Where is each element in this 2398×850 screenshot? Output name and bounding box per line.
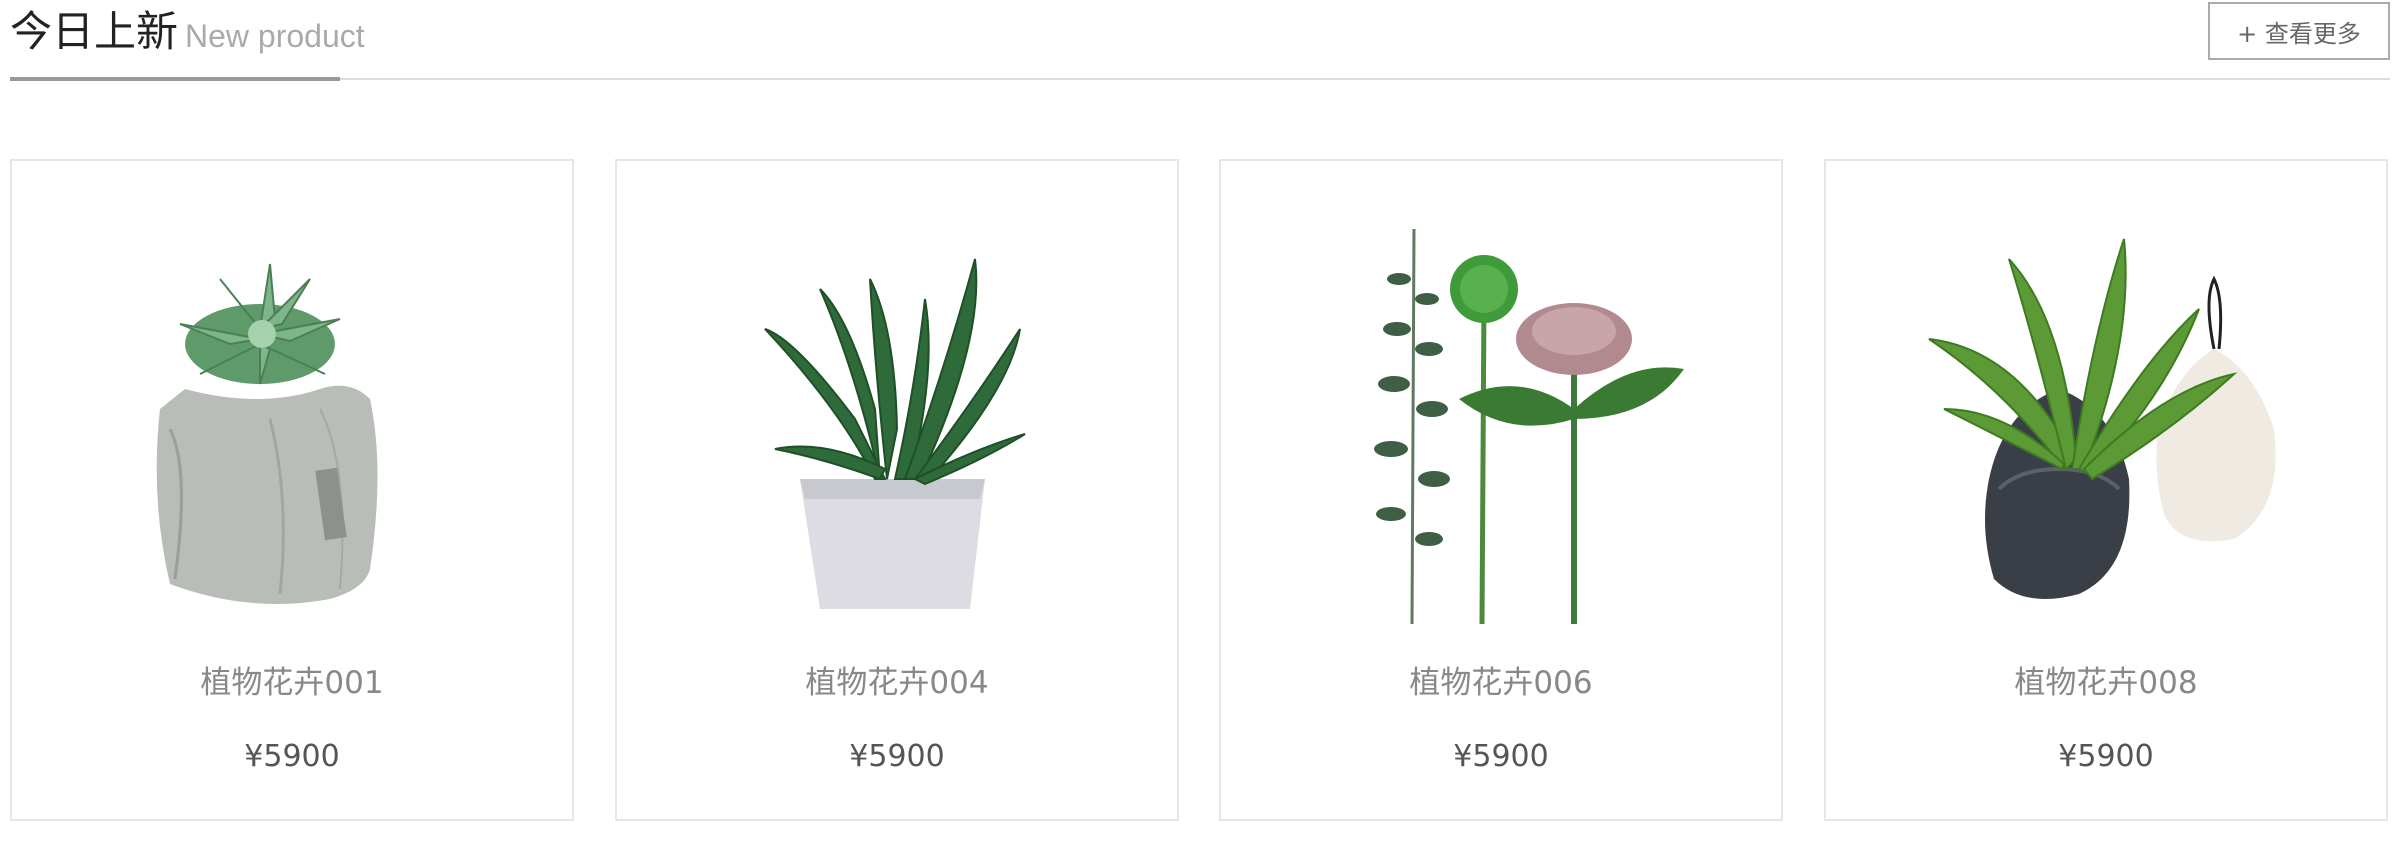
product-card[interactable]: 植物花卉006 ¥5900: [1219, 159, 1783, 821]
product-card[interactable]: 植物花卉004 ¥5900: [615, 159, 1179, 821]
product-price: ¥5900: [1453, 739, 1549, 774]
product-name[interactable]: 植物花卉001: [12, 663, 572, 703]
section-header: 今日上新 New product + 查看更多: [10, 0, 2390, 81]
product-name[interactable]: 植物花卉008: [1826, 663, 2386, 703]
product-price: ¥5900: [244, 739, 340, 774]
view-more-button[interactable]: + 查看更多: [2208, 2, 2390, 60]
section-subtitle: New product: [185, 18, 365, 54]
product-card[interactable]: 植物花卉008 ¥5900: [1824, 159, 2388, 821]
product-name[interactable]: 植物花卉004: [617, 663, 1177, 703]
section-title: 今日上新: [10, 7, 179, 56]
plant-in-hanging-pots-icon[interactable]: [1834, 169, 2380, 624]
title-underline: [10, 77, 340, 81]
product-price: ¥5900: [849, 739, 945, 774]
new-product-section: 今日上新 New product + 查看更多 植物花卉001 ¥5900 植物…: [0, 0, 2398, 850]
succulent-in-paper-bag-icon[interactable]: [20, 169, 566, 624]
cactus-in-white-pot-icon[interactable]: [625, 169, 1171, 624]
flower-stems-icon[interactable]: [1229, 169, 1775, 624]
product-card[interactable]: 植物花卉001 ¥5900: [10, 159, 574, 821]
product-grid: 植物花卉001 ¥5900 植物花卉004 ¥5900 植物花卉006 ¥590…: [10, 159, 2390, 821]
product-price: ¥5900: [2058, 739, 2154, 774]
product-name[interactable]: 植物花卉006: [1221, 663, 1781, 703]
